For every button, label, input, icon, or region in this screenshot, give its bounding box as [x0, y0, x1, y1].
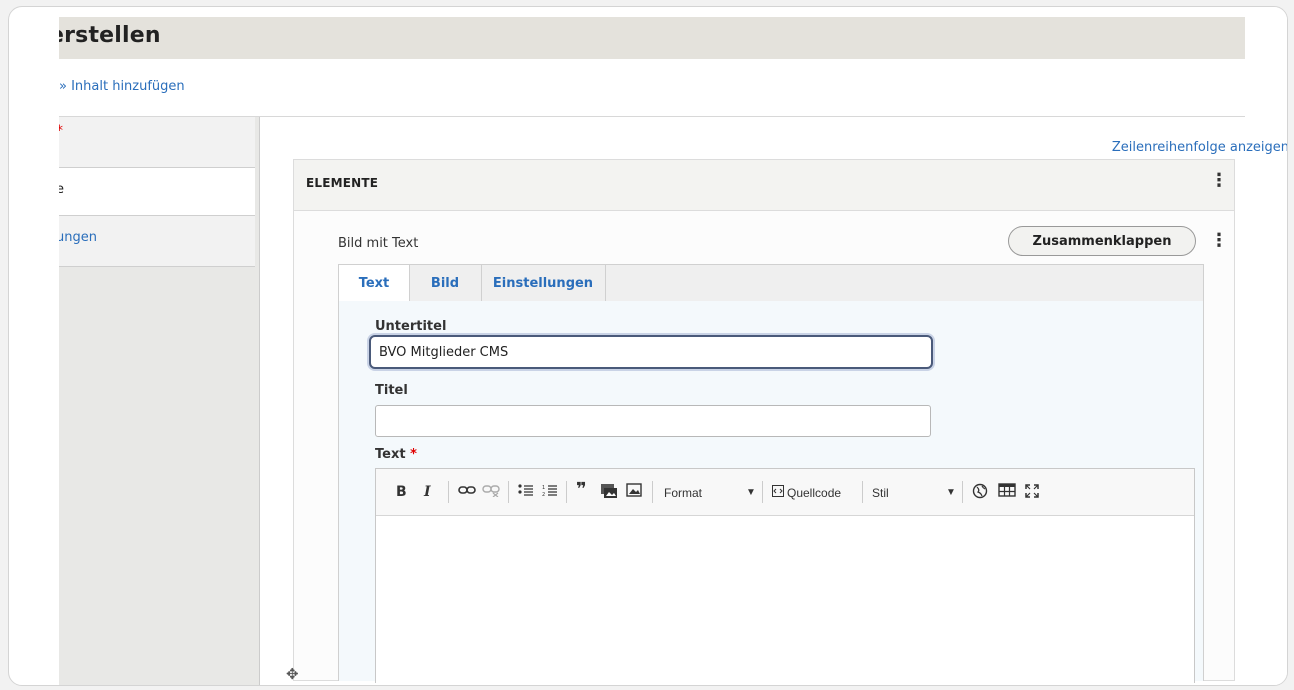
title-input[interactable]: [375, 405, 931, 437]
globe-icon[interactable]: [972, 483, 988, 504]
elements-field: ELEMENTE ⋮ Bild mit Text Zusammenklappen…: [286, 159, 1235, 683]
page-viewport: erstellen » Inhalt hinzufügen * e ungen …: [59, 7, 1287, 685]
sidebar-item-2[interactable]: e: [59, 168, 255, 215]
browser-frame: erstellen » Inhalt hinzufügen * e ungen …: [8, 6, 1288, 686]
text-label: Text *: [375, 447, 417, 462]
maximize-icon[interactable]: [1024, 483, 1040, 504]
paragraph-actions-icon[interactable]: ⋮: [1210, 232, 1228, 250]
toolbar-separator: [862, 481, 863, 503]
required-marker: *: [410, 447, 417, 462]
breadcrumb-link[interactable]: » Inhalt hinzufügen: [59, 79, 185, 94]
toolbar-separator: [762, 481, 763, 503]
subtitle-input[interactable]: [369, 335, 933, 369]
page-title: erstellen: [59, 23, 161, 48]
more-actions-icon[interactable]: ⋮: [1210, 172, 1228, 190]
text-label-text: Text: [375, 447, 406, 462]
toolbar-separator: [566, 481, 567, 503]
title-label: Titel: [375, 383, 408, 398]
toolbar-separator: [448, 481, 449, 503]
subtitle-label: Untertitel: [375, 319, 447, 334]
svg-text:2: 2: [542, 492, 545, 497]
drag-handle-icon[interactable]: ✥: [286, 665, 299, 683]
elements-header: ELEMENTE ⋮: [294, 160, 1234, 211]
blockquote-icon[interactable]: ❞: [576, 481, 587, 499]
toolbar-separator: [652, 481, 653, 503]
paragraph-tabs: Text Bild Einstellungen: [338, 264, 1204, 302]
link-icon[interactable]: [458, 483, 476, 502]
table-icon[interactable]: [998, 483, 1016, 502]
bold-button[interactable]: B: [396, 483, 407, 501]
collapse-button[interactable]: Zusammenklappen: [1008, 226, 1196, 256]
image-icon[interactable]: [626, 483, 642, 502]
unlink-icon[interactable]: [482, 483, 500, 502]
elements-title: ELEMENTE: [306, 176, 379, 190]
chevron-down-icon[interactable]: ▼: [746, 484, 756, 502]
tab-bild[interactable]: Bild: [409, 265, 482, 301]
editor-toolbar: B I 12 ❞ Format ▼ Quellcode Stil ▼: [376, 469, 1194, 516]
tab-einstellungen[interactable]: Einstellungen: [481, 265, 606, 301]
vertical-tabs-sidebar: * e ungen: [59, 117, 260, 685]
style-dropdown[interactable]: Stil: [872, 484, 889, 502]
chevron-down-icon[interactable]: ▼: [946, 484, 956, 502]
sidebar-item-label: ungen: [59, 230, 97, 245]
svg-text:1: 1: [542, 485, 545, 491]
page-header: erstellen: [59, 17, 1245, 59]
sidebar-item-label: e: [59, 182, 64, 197]
sidebar-item-1[interactable]: *: [59, 117, 255, 168]
tab-panel-text: Untertitel Titel Text * B I: [338, 301, 1204, 683]
format-dropdown[interactable]: Format: [664, 484, 702, 502]
media-icon[interactable]: [600, 483, 618, 504]
required-marker: *: [59, 123, 63, 139]
source-icon[interactable]: [772, 484, 784, 502]
bulleted-list-icon[interactable]: [518, 483, 534, 502]
italic-button[interactable]: I: [424, 483, 431, 501]
source-button[interactable]: Quellcode: [787, 484, 841, 502]
tab-text[interactable]: Text: [339, 265, 410, 302]
toolbar-separator: [508, 481, 509, 503]
rich-text-editor: B I 12 ❞ Format ▼ Quellcode Stil ▼: [375, 468, 1195, 683]
paragraph-type-label: Bild mit Text: [338, 236, 419, 251]
sidebar-item-3[interactable]: ungen: [59, 215, 255, 267]
numbered-list-icon[interactable]: 12: [542, 483, 558, 502]
show-row-order-link[interactable]: Zeilenreihenfolge anzeigen: [1112, 140, 1287, 155]
toolbar-separator: [962, 481, 963, 503]
